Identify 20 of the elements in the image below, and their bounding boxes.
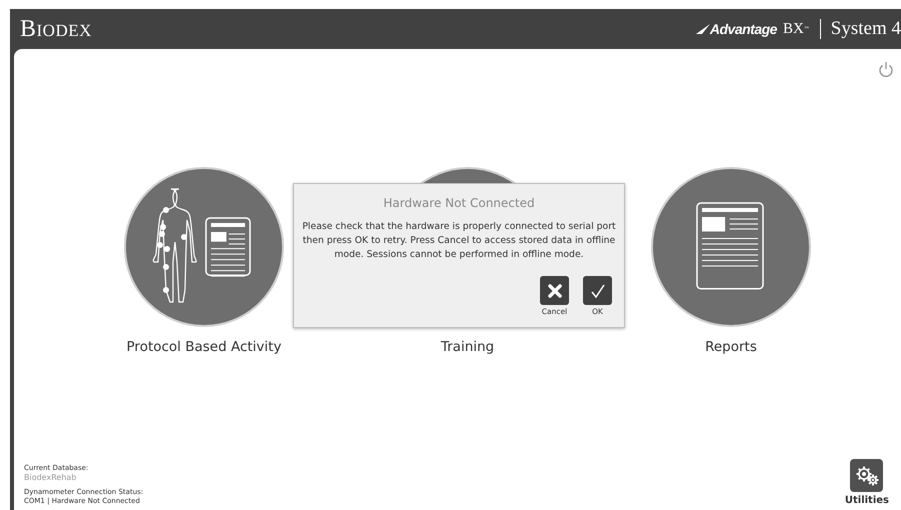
- database-name: BiodexRehab: [24, 473, 78, 482]
- utilities-label[interactable]: Utilities: [844, 495, 889, 506]
- product-name: Advantage: [710, 21, 777, 37]
- tile-label[interactable]: Training: [440, 339, 494, 355]
- close-icon: [548, 284, 562, 298]
- dialog-title: Hardware Not Connected: [383, 196, 535, 210]
- dialog-button[interactable]: [583, 276, 612, 305]
- dialog-message: Please check that the hardware is properly connected to serial port then press OK to retry. Press Cancel to access stored data in offline mode. Sessions cannot be performed in offline mode.: [302, 220, 616, 262]
- product-suffix: BX: [782, 20, 804, 38]
- gears-icon: [854, 466, 879, 486]
- swoosh-icon: [696, 24, 710, 34]
- brand-logo: Biodex: [20, 16, 92, 42]
- report-icon: [696, 202, 766, 292]
- system-name: System 4: [830, 18, 901, 40]
- tile-label[interactable]: Protocol Based Activity: [126, 339, 282, 355]
- tile-label[interactable]: Reports: [705, 339, 757, 355]
- check-icon: [590, 282, 606, 298]
- dialog-button[interactable]: [540, 276, 569, 305]
- utilities-button[interactable]: [850, 459, 884, 492]
- power-icon[interactable]: [878, 61, 894, 78]
